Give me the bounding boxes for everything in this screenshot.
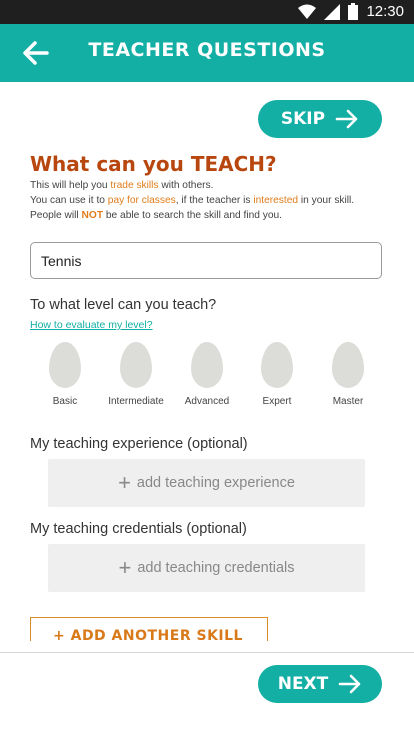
level-egg-icon xyxy=(191,342,223,388)
skill-input[interactable] xyxy=(30,242,382,279)
description-line-3: People will NOT be able to search the sk… xyxy=(30,210,282,221)
level-option-master[interactable]: Master xyxy=(311,342,385,407)
desc-text: be able to search the skill and find you… xyxy=(103,210,283,221)
level-question: To what level can you teach? xyxy=(30,297,217,313)
desc-text: People will xyxy=(30,210,82,221)
desc-highlight: trade skills xyxy=(110,180,159,191)
desc-highlight: NOT xyxy=(81,210,104,221)
level-option-intermediate[interactable]: Intermediate xyxy=(99,342,173,407)
skip-button[interactable]: SKIP xyxy=(258,100,382,138)
experience-label: My teaching experience (optional) xyxy=(30,436,248,452)
add-credentials-button[interactable]: + add teaching credentials xyxy=(48,544,365,592)
status-icons: 12:30 xyxy=(298,3,404,20)
status-bar: 12:30 xyxy=(0,0,414,24)
next-button[interactable]: NEXT xyxy=(258,665,382,703)
status-time: 12:30 xyxy=(366,3,404,20)
description-line-1: This will help you trade skills with oth… xyxy=(30,180,213,191)
level-option-expert[interactable]: Expert xyxy=(240,342,314,407)
add-another-skill-label: + ADD ANOTHER SKILL xyxy=(53,628,243,641)
level-egg-icon xyxy=(332,342,364,388)
plus-icon: + xyxy=(118,555,132,580)
add-experience-label: add teaching experience xyxy=(136,475,295,491)
level-option-advanced[interactable]: Advanced xyxy=(170,342,244,407)
desc-highlight: interested xyxy=(253,195,299,206)
level-label: Basic xyxy=(52,396,78,407)
desc-highlight: pay for classes xyxy=(107,195,176,206)
level-label: Intermediate xyxy=(108,396,164,407)
desc-text: with others. xyxy=(158,180,214,191)
next-label: NEXT xyxy=(277,674,329,694)
teach-title: What can you TEACH? xyxy=(30,152,277,176)
level-label: Master xyxy=(332,396,364,407)
add-credentials-label: add teaching credentials xyxy=(137,560,295,576)
add-experience-button[interactable]: + add teaching experience xyxy=(48,459,365,507)
level-egg-icon xyxy=(120,342,152,388)
battery-icon xyxy=(348,3,359,20)
plus-icon: + xyxy=(118,470,131,495)
level-egg-icon xyxy=(261,342,293,388)
signal-icon xyxy=(324,3,341,20)
desc-text: You can use it to xyxy=(30,195,108,206)
wifi-icon xyxy=(298,4,317,19)
arrow-right-icon xyxy=(335,109,358,129)
level-egg-icon xyxy=(49,342,81,388)
evaluate-level-link[interactable]: How to evaluate my level? xyxy=(30,319,153,331)
credentials-label: My teaching credentials (optional) xyxy=(30,521,247,537)
arrow-right-icon xyxy=(338,674,361,694)
skip-label: SKIP xyxy=(280,109,326,129)
page-title: TEACHER QUESTIONS xyxy=(88,39,326,61)
desc-text: in your skill. xyxy=(298,195,355,206)
level-selector: Basic Intermediate Advanced Expert Maste… xyxy=(28,342,384,412)
add-another-skill-button[interactable]: + ADD ANOTHER SKILL xyxy=(30,617,268,641)
desc-text: , if the teacher is xyxy=(175,195,254,206)
desc-text: This will help you xyxy=(30,180,111,191)
app-bar: TEACHER QUESTIONS xyxy=(0,24,414,82)
level-label: Expert xyxy=(262,396,292,407)
level-option-basic[interactable]: Basic xyxy=(28,342,102,407)
description-line-2: You can use it to pay for classes, if th… xyxy=(30,195,354,206)
level-label: Advanced xyxy=(184,396,230,407)
